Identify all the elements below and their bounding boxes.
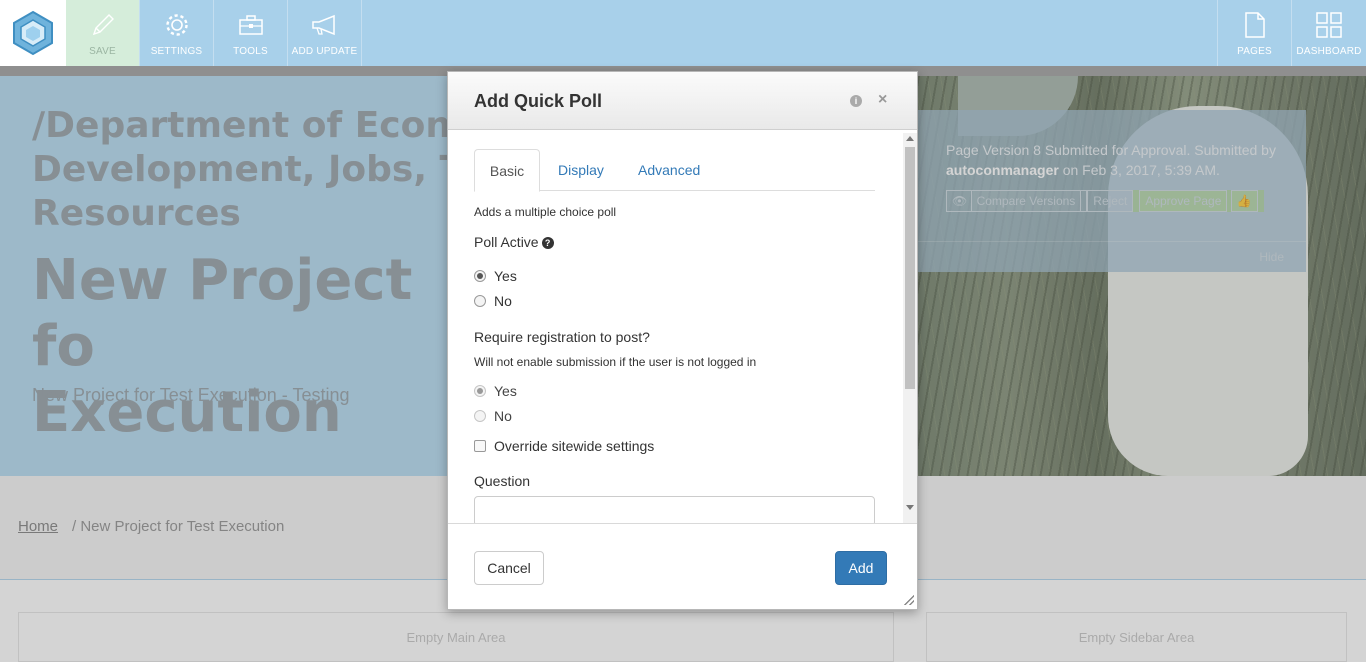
dialog-title: Add Quick Poll bbox=[474, 91, 603, 111]
poll-active-yes-radio[interactable] bbox=[474, 270, 486, 282]
save-label: SAVE bbox=[89, 46, 116, 57]
registration-yes-radio[interactable] bbox=[474, 385, 486, 397]
toolbox-icon bbox=[238, 10, 264, 40]
top-toolbar: SAVE SETTINGS TOOLS ADD UPDATE PAGES DAS… bbox=[0, 0, 1366, 66]
override-sitewide-label: Override sitewide settings bbox=[494, 438, 655, 454]
poll-active-no-label: No bbox=[494, 293, 512, 309]
poll-active-label: Poll Active? bbox=[474, 234, 554, 250]
tools-label: TOOLS bbox=[233, 46, 268, 57]
page-icon bbox=[1243, 10, 1267, 40]
tab-display[interactable]: Display bbox=[558, 149, 604, 191]
registration-no-label: No bbox=[494, 408, 512, 424]
registration-help: Will not enable submission if the user i… bbox=[474, 355, 757, 369]
tab-advanced[interactable]: Advanced bbox=[638, 149, 700, 191]
help-icon[interactable]: ? bbox=[541, 237, 554, 249]
add-update-label: ADD UPDATE bbox=[291, 46, 358, 57]
tab-basic[interactable]: Basic bbox=[474, 149, 540, 192]
pencil-icon bbox=[90, 10, 116, 40]
cancel-button[interactable]: Cancel bbox=[474, 551, 544, 585]
dialog-body: Basic Display Advanced Adds a multiple c… bbox=[448, 130, 917, 523]
registration-yes-label: Yes bbox=[494, 383, 517, 399]
grid-icon bbox=[1315, 10, 1343, 40]
poll-description: Adds a multiple choice poll bbox=[474, 205, 617, 219]
dialog-tabs: Basic Display Advanced bbox=[474, 149, 875, 192]
logo-icon[interactable] bbox=[0, 0, 66, 66]
question-label: Question bbox=[474, 473, 531, 489]
scroll-thumb[interactable] bbox=[905, 147, 915, 389]
dialog-scrollbar[interactable] bbox=[903, 133, 917, 526]
close-icon[interactable]: × bbox=[878, 91, 887, 109]
megaphone-icon bbox=[310, 10, 340, 40]
question-input[interactable] bbox=[474, 496, 875, 523]
override-sitewide-checkbox[interactable] bbox=[474, 440, 486, 452]
gear-icon bbox=[163, 10, 191, 40]
dialog-header: Add Quick Poll i × bbox=[448, 72, 917, 130]
save-button[interactable]: SAVE bbox=[66, 0, 140, 66]
resize-handle-icon[interactable] bbox=[904, 595, 914, 605]
poll-active-no-radio[interactable] bbox=[474, 295, 486, 307]
dialog-footer: Cancel Add bbox=[448, 523, 917, 609]
poll-active-text: Poll Active bbox=[474, 234, 539, 250]
pages-label: PAGES bbox=[1237, 46, 1272, 57]
settings-label: SETTINGS bbox=[150, 46, 203, 57]
poll-active-yes-label: Yes bbox=[494, 268, 517, 284]
add-quick-poll-dialog: Add Quick Poll i × Basic Display Advance… bbox=[447, 71, 918, 610]
dashboard-label: DASHBOARD bbox=[1296, 46, 1362, 57]
tools-button[interactable]: TOOLS bbox=[214, 0, 288, 66]
add-update-button[interactable]: ADD UPDATE bbox=[288, 0, 362, 66]
registration-label: Require registration to post? bbox=[474, 329, 650, 345]
pages-button[interactable]: PAGES bbox=[1217, 0, 1292, 66]
settings-button[interactable]: SETTINGS bbox=[140, 0, 214, 66]
add-button[interactable]: Add bbox=[835, 551, 887, 585]
dashboard-button[interactable]: DASHBOARD bbox=[1292, 0, 1366, 66]
scroll-down-arrow[interactable] bbox=[906, 505, 914, 510]
scroll-up-arrow[interactable] bbox=[906, 136, 914, 141]
registration-no-radio[interactable] bbox=[474, 410, 486, 422]
info-icon[interactable]: i bbox=[850, 95, 862, 107]
